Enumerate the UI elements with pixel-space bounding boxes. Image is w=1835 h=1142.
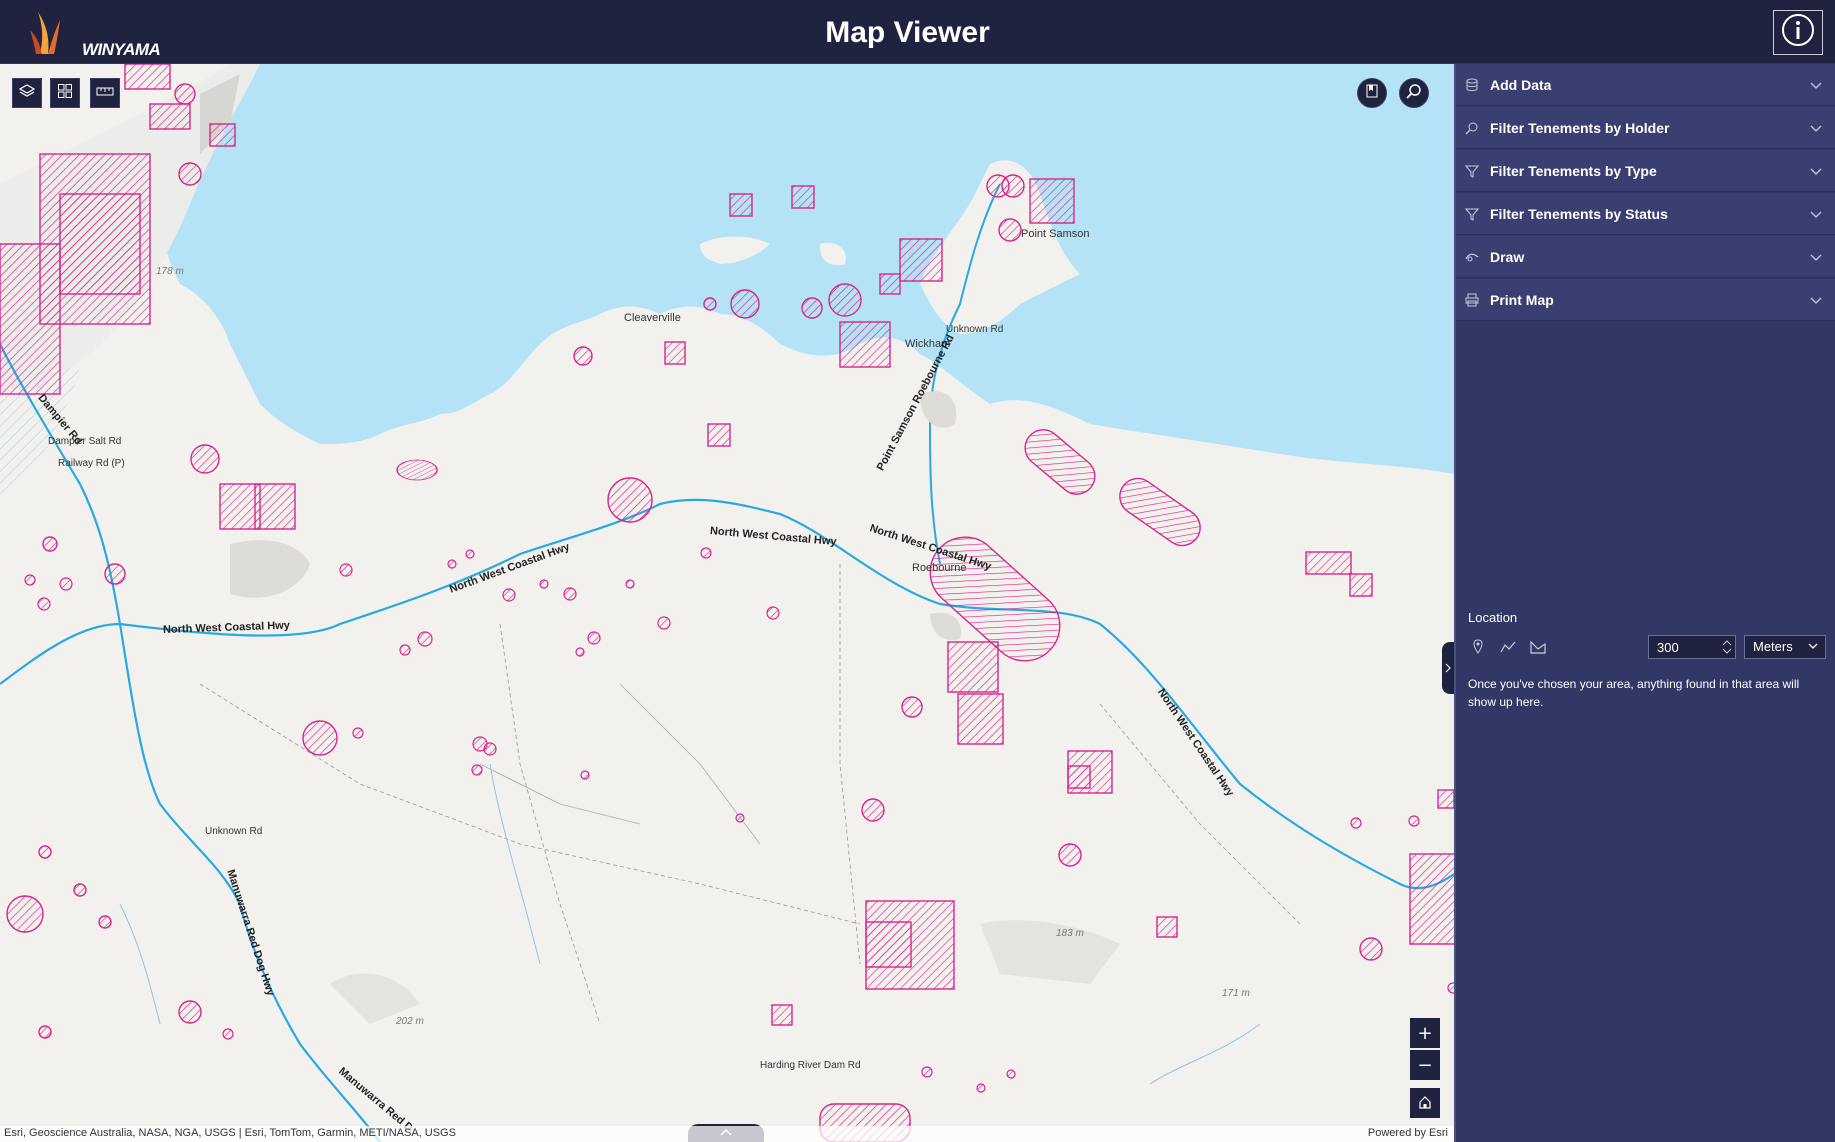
attribution-text: Esri, Geoscience Australia, NASA, NGA, U…	[4, 1127, 456, 1139]
zoom-out-button[interactable]: −	[1410, 1050, 1440, 1080]
side-panel: Add Data Filter Tenements by Holder Filt…	[1454, 64, 1835, 1142]
label-unknown-rd: Unknown Rd	[205, 826, 263, 837]
location-hint: Once you've chosen your area, anything f…	[1468, 677, 1800, 709]
accordion-label: Add Data	[1490, 76, 1552, 93]
chevron-down-icon	[1809, 164, 1823, 178]
info-icon	[1781, 13, 1815, 52]
point-icon[interactable]	[1470, 639, 1486, 655]
accordion-print-map[interactable]: Print Map	[1456, 279, 1835, 321]
accordion-label: Filter Tenements by Status	[1490, 205, 1668, 222]
chevron-down-icon	[1809, 121, 1823, 135]
location-section: Location Meters Once you've chosen your …	[1468, 610, 1828, 711]
info-button[interactable]	[1773, 10, 1823, 55]
unit-select[interactable]: Meters	[1744, 635, 1826, 659]
map-attribution: Esri, Geoscience Australia, NASA, NGA, U…	[0, 1126, 1454, 1142]
accordion-filter-holder[interactable]: Filter Tenements by Holder	[1456, 107, 1835, 149]
chevron-down-icon	[1809, 207, 1823, 221]
location-tools-row: Meters	[1468, 633, 1828, 663]
accordion-label: Draw	[1490, 248, 1525, 265]
label-elev-202: 202 m	[396, 1016, 424, 1027]
accordion-add-data[interactable]: Add Data	[1456, 64, 1835, 106]
chevron-down-icon	[1809, 293, 1823, 307]
chevron-down-icon	[1809, 78, 1823, 92]
label-elev-171: 171 m	[1222, 988, 1250, 999]
filter-icon	[1464, 163, 1480, 179]
label-roebourne: Roebourne	[912, 562, 967, 574]
label-point-samson: Point Samson	[1021, 228, 1090, 240]
home-button[interactable]	[1410, 1088, 1440, 1118]
chevron-down-icon	[1807, 640, 1819, 655]
distance-stepper[interactable]	[1720, 637, 1734, 657]
label-dampier-salt-rd: Dampier Salt Rd	[48, 436, 122, 447]
app-header: WINYAMA Map Viewer	[0, 0, 1835, 64]
label-unknown-rd-2: Unknown Rd	[946, 324, 1004, 335]
basemap-gallery-button[interactable]	[50, 78, 80, 108]
database-icon	[1464, 77, 1480, 93]
accordion-label: Print Map	[1490, 291, 1554, 308]
accordion-label: Filter Tenements by Type	[1490, 162, 1657, 179]
accordion-filter-status[interactable]: Filter Tenements by Status	[1456, 193, 1835, 235]
panel-collapse-handle[interactable]	[1442, 642, 1454, 694]
polygon-icon[interactable]	[1530, 639, 1546, 655]
home-icon	[1418, 1093, 1432, 1114]
filter-icon	[1464, 206, 1480, 222]
basemap-gallery-icon	[57, 83, 73, 104]
bookmark-button[interactable]	[1357, 78, 1387, 108]
accordion-filter-type[interactable]: Filter Tenements by Type	[1456, 150, 1835, 192]
chevron-down-icon	[1809, 250, 1823, 264]
search-filter-icon	[1464, 120, 1480, 136]
polyline-icon[interactable]	[1500, 639, 1516, 655]
measure-button[interactable]	[90, 78, 120, 108]
layers-button[interactable]	[12, 78, 42, 108]
search-button[interactable]	[1399, 78, 1429, 108]
bookmark-icon	[1365, 84, 1379, 103]
location-label: Location	[1468, 610, 1518, 625]
accordion-draw[interactable]: Draw	[1456, 236, 1835, 278]
page-title: Map Viewer	[825, 16, 990, 49]
accordion-label: Filter Tenements by Holder	[1490, 119, 1670, 136]
print-icon	[1464, 292, 1480, 308]
label-harding-river: Harding River Dam Rd	[760, 1060, 861, 1071]
label-elev-178: 178 m	[156, 266, 184, 277]
measure-icon	[96, 83, 114, 104]
label-railway-rd: Railway Rd (P)	[58, 458, 125, 469]
powered-by-esri[interactable]: Powered by Esri	[1368, 1127, 1448, 1139]
layers-icon	[18, 83, 36, 104]
draw-icon	[1464, 249, 1480, 265]
label-elev-183: 183 m	[1056, 928, 1084, 939]
label-cleaverville: Cleaverville	[624, 312, 681, 324]
search-icon	[1406, 83, 1422, 104]
map-view[interactable]: Cleaverville Point Samson Roebourne Wick…	[0, 64, 1454, 1142]
basemap	[0, 64, 1454, 1142]
unit-select-value: Meters	[1753, 639, 1793, 654]
zoom-in-button[interactable]: +	[1410, 1018, 1440, 1048]
